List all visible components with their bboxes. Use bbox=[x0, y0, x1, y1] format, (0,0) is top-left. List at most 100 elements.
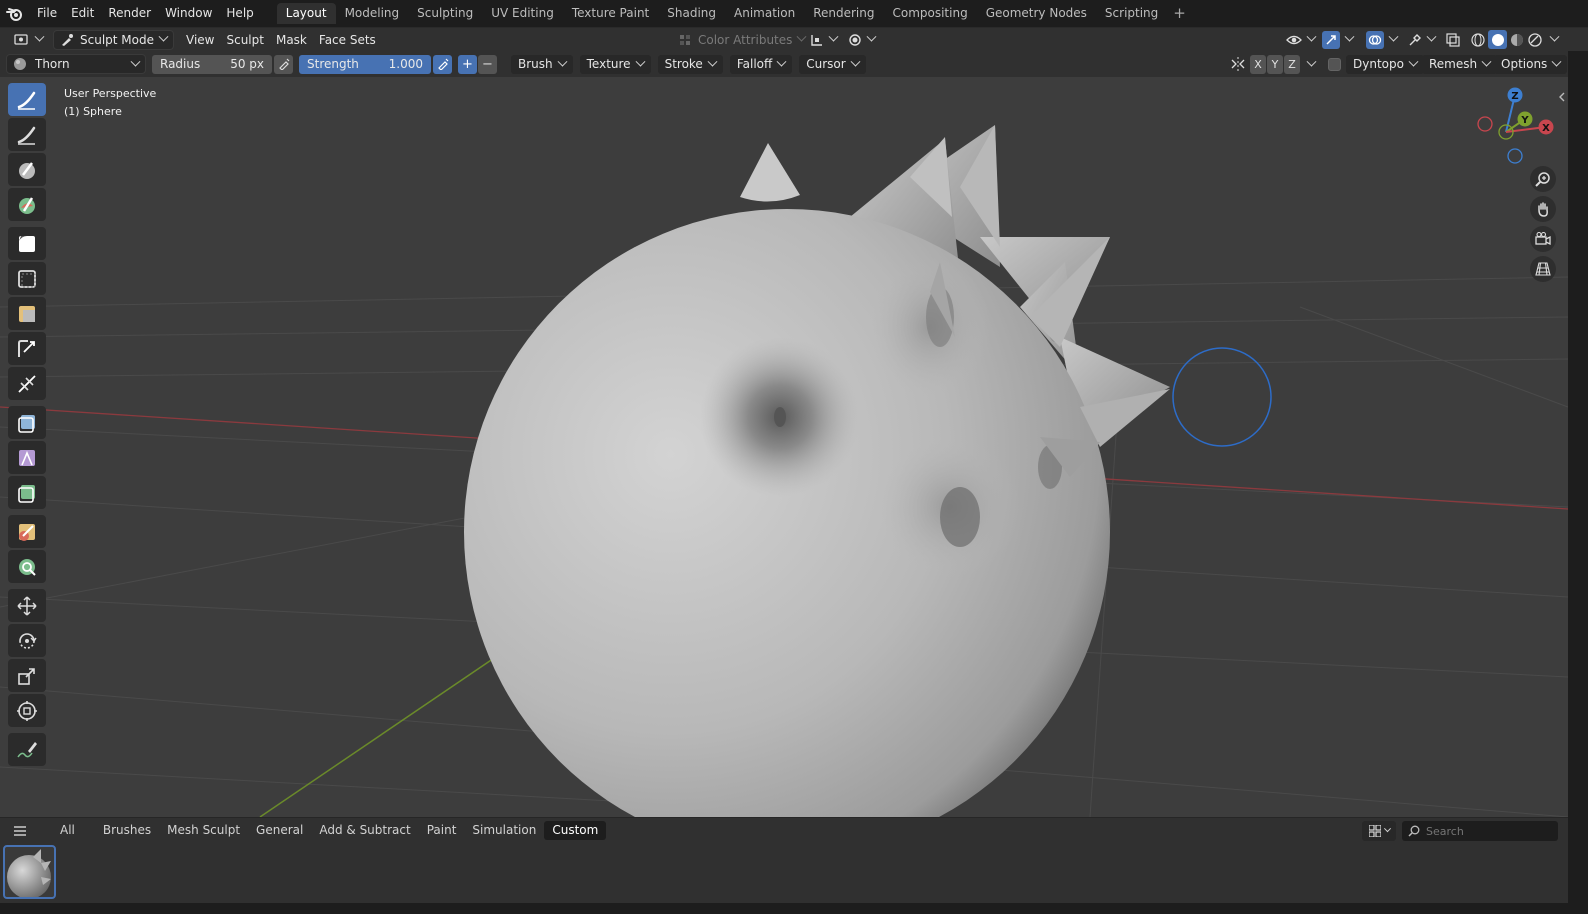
perspective-toggle-button[interactable] bbox=[1530, 256, 1556, 282]
tool-paint[interactable] bbox=[8, 188, 46, 221]
tab-geometry-nodes[interactable]: Geometry Nodes bbox=[977, 3, 1096, 24]
shelf-search-field[interactable] bbox=[1402, 821, 1558, 841]
brush-dropdown[interactable]: Brush bbox=[511, 54, 573, 74]
tool-transform[interactable] bbox=[8, 694, 46, 727]
remesh-dropdown[interactable]: Remesh bbox=[1422, 54, 1498, 74]
tool-annotate[interactable] bbox=[8, 733, 46, 766]
shelf-category-general[interactable]: General bbox=[248, 821, 311, 840]
tool-draw[interactable] bbox=[8, 118, 46, 151]
gizmo-neg-z-icon[interactable] bbox=[1507, 148, 1523, 164]
tab-rendering[interactable]: Rendering bbox=[804, 3, 883, 24]
shelf-category-all[interactable]: All bbox=[52, 821, 83, 840]
navigation-gizmo[interactable]: Z Y X bbox=[1477, 87, 1554, 164]
pan-button[interactable] bbox=[1530, 196, 1556, 222]
tool-rotate[interactable] bbox=[8, 624, 46, 657]
gizmo-toggle[interactable] bbox=[1316, 30, 1359, 50]
search-input[interactable] bbox=[1426, 824, 1554, 838]
xray-icon[interactable] bbox=[1446, 32, 1460, 47]
shelf-category-mesh-sculpt[interactable]: Mesh Sculpt bbox=[159, 821, 248, 840]
direction-subtract-button[interactable]: − bbox=[478, 54, 497, 74]
radius-field[interactable]: Radius 50 px bbox=[152, 54, 272, 74]
falloff-dropdown[interactable]: Falloff bbox=[729, 54, 793, 74]
tab-texture-paint[interactable]: Texture Paint bbox=[563, 3, 658, 24]
menu-sculpt[interactable]: Sculpt bbox=[220, 30, 269, 50]
display-mode-dropdown[interactable] bbox=[1362, 821, 1396, 841]
tab-layout[interactable]: Layout bbox=[276, 3, 336, 24]
material-shading-icon[interactable] bbox=[1509, 32, 1525, 48]
eyedropper-icon bbox=[1409, 33, 1421, 45]
brush-selector[interactable]: Thorn bbox=[6, 54, 146, 74]
tool-cloth-filter[interactable] bbox=[8, 441, 46, 474]
direction-add-button[interactable]: + bbox=[458, 54, 477, 74]
menu-mask[interactable]: Mask bbox=[270, 30, 313, 50]
wireframe-shading-icon[interactable] bbox=[1470, 32, 1486, 48]
tab-compositing[interactable]: Compositing bbox=[883, 3, 976, 24]
tab-uv-editing[interactable]: UV Editing bbox=[482, 3, 563, 24]
tool-box-trim[interactable] bbox=[8, 332, 46, 365]
tool-clay-strips[interactable] bbox=[8, 153, 46, 186]
overlays-toggle[interactable] bbox=[1360, 30, 1403, 50]
3d-viewport[interactable]: Z Y X User Perspective (1) Sphere bbox=[0, 77, 1568, 817]
tool-draw-sharp[interactable] bbox=[8, 83, 46, 116]
dyntopo-checkbox[interactable] bbox=[1328, 57, 1341, 71]
tool-mask[interactable] bbox=[8, 227, 46, 260]
editor-type-button[interactable] bbox=[8, 30, 49, 50]
blender-logo-icon[interactable] bbox=[0, 0, 30, 27]
xray-dropdown[interactable] bbox=[1402, 30, 1441, 50]
menu-window[interactable]: Window bbox=[158, 0, 219, 27]
gizmo-neg-x-icon[interactable] bbox=[1477, 116, 1493, 132]
tab-shading[interactable]: Shading bbox=[658, 3, 725, 24]
tab-animation[interactable]: Animation bbox=[725, 3, 804, 24]
shelf-category-custom[interactable]: Custom bbox=[544, 821, 607, 840]
tool-mask-by-color[interactable] bbox=[8, 550, 46, 583]
symmetry-x-toggle[interactable]: X bbox=[1250, 54, 1266, 74]
menu-view[interactable]: View bbox=[180, 30, 220, 50]
options-dropdown[interactable]: Options bbox=[1494, 54, 1568, 74]
menu-edit[interactable]: Edit bbox=[64, 0, 101, 27]
mode-selector[interactable]: Sculpt Mode bbox=[53, 29, 174, 50]
snapping-dropdown[interactable] bbox=[842, 30, 881, 50]
tab-sculpting[interactable]: Sculpting bbox=[408, 3, 482, 24]
tool-color-filter[interactable] bbox=[8, 476, 46, 509]
grid-perspective-icon bbox=[1535, 262, 1551, 276]
menu-file[interactable]: File bbox=[30, 0, 64, 27]
asset-thumbnail[interactable] bbox=[3, 845, 56, 899]
shelf-menu-icon[interactable] bbox=[0, 825, 40, 837]
zoom-button[interactable] bbox=[1530, 166, 1556, 192]
shelf-category-paint[interactable]: Paint bbox=[419, 821, 465, 840]
tool-mesh-filter[interactable] bbox=[8, 406, 46, 439]
tool-edit-face-set[interactable] bbox=[8, 515, 46, 548]
camera-view-button[interactable] bbox=[1530, 226, 1556, 252]
symmetry-y-toggle[interactable]: Y bbox=[1267, 54, 1283, 74]
tool-box-mask[interactable] bbox=[8, 262, 46, 295]
sidebar-toggle-chevron-icon[interactable] bbox=[1558, 91, 1566, 102]
symmetry-chevron-down-icon[interactable] bbox=[1306, 56, 1317, 67]
shelf-category-simulation[interactable]: Simulation bbox=[464, 821, 544, 840]
menu-render[interactable]: Render bbox=[101, 0, 158, 27]
strength-pressure-toggle[interactable] bbox=[433, 54, 452, 74]
visibility-dropdown[interactable] bbox=[1280, 30, 1321, 50]
shelf-category-add-subtract[interactable]: Add & Subtract bbox=[311, 821, 418, 840]
stroke-dropdown[interactable]: Stroke bbox=[657, 54, 723, 74]
tab-modeling[interactable]: Modeling bbox=[336, 3, 409, 24]
tool-line-project[interactable] bbox=[8, 367, 46, 400]
symmetry-z-toggle[interactable]: Z bbox=[1284, 54, 1300, 74]
tab-scripting[interactable]: Scripting bbox=[1096, 3, 1167, 24]
tool-scale[interactable] bbox=[8, 659, 46, 692]
menu-face-sets[interactable]: Face Sets bbox=[313, 30, 382, 50]
tool-move[interactable] bbox=[8, 589, 46, 622]
shelf-category-brushes[interactable]: Brushes bbox=[95, 821, 159, 840]
strength-field[interactable]: Strength 1.000 bbox=[299, 54, 431, 74]
dyntopo-dropdown[interactable]: Dyntopo bbox=[1346, 54, 1424, 74]
dyntopo-toggle[interactable] bbox=[1328, 57, 1341, 71]
color-attributes-dropdown[interactable]: Color Attributes bbox=[672, 30, 811, 50]
transform-pivot-dropdown[interactable] bbox=[804, 30, 843, 50]
tool-box-face-set[interactable] bbox=[8, 297, 46, 330]
menu-help[interactable]: Help bbox=[219, 0, 260, 27]
add-workspace-icon[interactable]: + bbox=[1167, 3, 1192, 24]
rendered-shading-icon[interactable] bbox=[1527, 32, 1543, 48]
cursor-dropdown[interactable]: Cursor bbox=[799, 54, 866, 74]
radius-pressure-toggle[interactable] bbox=[274, 54, 293, 74]
solid-shading-icon[interactable] bbox=[1488, 30, 1507, 49]
texture-dropdown[interactable]: Texture bbox=[579, 54, 651, 74]
